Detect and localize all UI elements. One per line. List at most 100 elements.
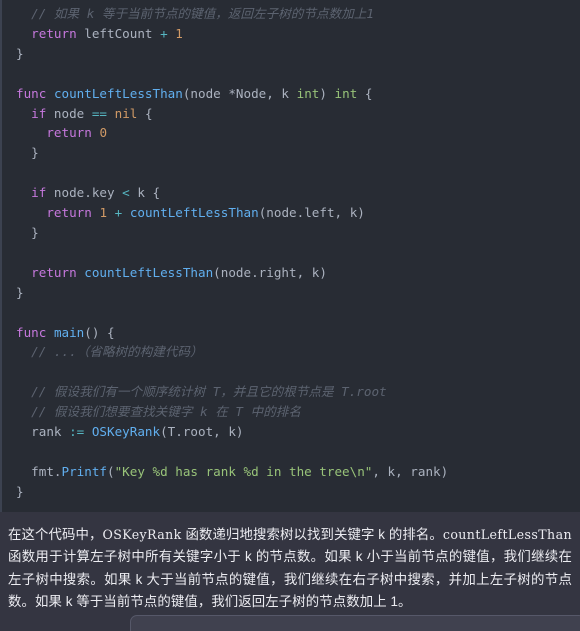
code-token: ) — [319, 85, 335, 101]
code-token: if — [31, 105, 47, 121]
code-token: return — [31, 25, 77, 41]
prose-paragraph: 在这个代码中，OSKeyRank 函数递归地搜索树以找到关键字 k 的排名。co… — [8, 524, 572, 614]
code-token: } — [16, 284, 24, 300]
code-line: // 假设我们有一个顺序统计树 T，并且它的根节点是 T.root — [16, 382, 570, 402]
code-block: // 如果 k 等于当前节点的键值，返回左子树的节点数加上1 return le… — [0, 0, 580, 512]
code-line: } — [16, 143, 570, 163]
code-token: // 假设我们想要查找关键字 k 在 T 中的排名 — [31, 404, 301, 420]
code-line: if node == nil { — [16, 104, 570, 124]
code-token: () { — [84, 324, 115, 340]
code-token: { — [137, 105, 153, 121]
code-token: int — [296, 85, 320, 101]
code-token: rank — [16, 424, 70, 440]
code-token: node.key — [46, 185, 123, 201]
code-token: } — [16, 483, 24, 499]
code-token: (T.root, k) — [160, 424, 244, 440]
code-token: // 假设我们有一个顺序统计树 T，并且它的根节点是 T.root — [31, 384, 387, 400]
code-token: < — [122, 185, 130, 201]
code-token: *Node — [228, 85, 267, 101]
code-token: (node.right, k) — [213, 264, 327, 280]
code-token: , k, rank) — [372, 463, 449, 479]
inline-code: OSKeyRank — [102, 526, 182, 542]
chat-response-panel: // 如果 k 等于当前节点的键值，返回左子树的节点数加上1 return le… — [0, 0, 580, 631]
code-token: node — [46, 105, 92, 121]
code-token: return — [31, 264, 77, 280]
code-line: // ...（省略树的构建代码） — [16, 342, 570, 362]
code-token: (node — [182, 85, 229, 101]
code-token: "Key %d has rank %d in the tree\n" — [114, 463, 373, 479]
code-token: := — [69, 424, 85, 440]
code-token: fmt. — [16, 463, 62, 479]
code-token: func — [16, 324, 47, 340]
prose-text: 函数递归地搜索树以找到关键字 k 的排名。 — [181, 526, 443, 542]
code-token: // 如果 k 等于当前节点的键值，返回左子树的节点数加上1 — [31, 6, 374, 21]
code-token: countLeftLessThan — [129, 205, 259, 221]
code-line: } — [16, 283, 570, 303]
code-token: Printf — [61, 463, 108, 479]
message-composer-edge[interactable] — [130, 615, 580, 631]
code-token: return — [46, 125, 92, 141]
code-token: } — [16, 145, 39, 161]
prose-text: 函数用于计算左子树中所有关键字小于 k 的节点数。如果 k 小于当前节点的键值，… — [8, 549, 572, 610]
code-line: return leftCount + 1 — [16, 24, 570, 44]
inline-code: countLeftLessThan — [442, 526, 572, 542]
code-token: == — [91, 105, 108, 121]
code-line: rank := OSKeyRank(T.root, k) — [16, 422, 570, 442]
code-line: return countLeftLessThan(node.right, k) — [16, 263, 570, 283]
code-token: countLeftLessThan — [53, 85, 183, 101]
code-token: , k — [266, 85, 297, 101]
code-line: func main() { — [16, 323, 570, 343]
code-token: return — [46, 205, 92, 221]
code-line: return 1 + countLeftLessThan(node.left, … — [16, 203, 570, 223]
code-content[interactable]: // 如果 k 等于当前节点的键值，返回左子树的节点数加上1 return le… — [2, 4, 580, 502]
code-token: { — [357, 85, 373, 101]
code-line: } — [16, 223, 570, 243]
code-line: // 如果 k 等于当前节点的键值，返回左子树的节点数加上1 — [16, 4, 570, 24]
code-line: } — [16, 482, 570, 502]
code-token: + — [160, 25, 168, 41]
code-line: if node.key < k { — [16, 183, 570, 203]
code-token: // ...（省略树的构建代码） — [31, 344, 203, 360]
code-token: (node.left, k) — [258, 205, 365, 221]
code-token: ( — [107, 463, 115, 479]
code-line: func countLeftLessThan(node *Node, k int… — [16, 84, 570, 104]
code-token: nil — [114, 105, 138, 121]
code-token: 1 — [99, 205, 108, 221]
code-token: OSKeyRank — [91, 424, 161, 440]
explanation-prose: 在这个代码中，OSKeyRank 函数递归地搜索树以找到关键字 k 的排名。co… — [0, 512, 580, 631]
code-token: main — [53, 324, 85, 340]
code-token: 0 — [99, 125, 108, 141]
code-token: 1 — [175, 25, 183, 41]
code-token: countLeftLessThan — [84, 264, 214, 280]
code-line: } — [16, 44, 570, 64]
code-token: func — [16, 85, 47, 101]
code-token: k { — [129, 185, 161, 201]
code-line: fmt.Printf("Key %d has rank %d in the tr… — [16, 462, 570, 482]
code-token: } — [16, 45, 24, 61]
code-token: leftCount — [76, 25, 161, 41]
code-token: if — [31, 185, 47, 201]
code-token: } — [16, 224, 39, 240]
code-token: int — [334, 85, 358, 101]
